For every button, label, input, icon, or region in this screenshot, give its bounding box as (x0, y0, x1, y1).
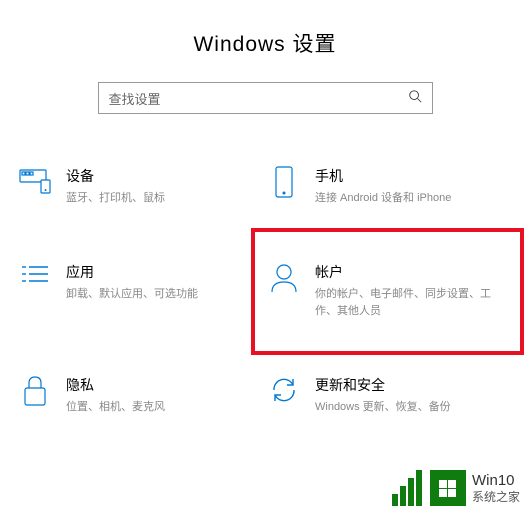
search-container: 查找设置 (0, 82, 530, 114)
accounts-icon (267, 262, 301, 296)
tile-content: 手机 连接 Android 设备和 iPhone (315, 166, 512, 208)
settings-grid: 设备 蓝牙、打印机、鼠标 手机 连接 Android 设备和 iPhone (0, 162, 530, 420)
tile-phone[interactable]: 手机 连接 Android 设备和 iPhone (265, 162, 514, 212)
tile-desc: 卸载、默认应用、可选功能 (66, 286, 263, 304)
tile-content: 更新和安全 Windows 更新、恢复、备份 (315, 375, 512, 417)
update-icon (267, 375, 301, 409)
tile-desc: Windows 更新、恢复、备份 (315, 399, 512, 417)
tile-title: 更新和安全 (315, 375, 512, 395)
privacy-icon (18, 375, 52, 409)
devices-icon (18, 166, 52, 200)
watermark-windows-icon (430, 470, 466, 506)
search-input[interactable]: 查找设置 (98, 82, 433, 114)
phone-icon (267, 166, 301, 200)
tile-desc: 蓝牙、打印机、鼠标 (66, 190, 263, 208)
header: Windows 设置 (0, 0, 530, 82)
page-title: Windows 设置 (0, 28, 530, 58)
tile-devices[interactable]: 设备 蓝牙、打印机、鼠标 (16, 162, 265, 212)
tile-desc: 你的帐户、电子邮件、同步设置、工作、其他人员 (315, 286, 512, 321)
tile-title: 帐户 (315, 262, 512, 282)
watermark-sub: 系统之家 (472, 490, 520, 504)
tile-privacy[interactable]: 隐私 位置、相机、麦克风 (16, 371, 265, 421)
watermark-bars-icon (392, 470, 422, 506)
tile-content: 隐私 位置、相机、麦克风 (66, 375, 263, 417)
tile-apps[interactable]: 应用 卸载、默认应用、可选功能 (16, 258, 265, 325)
tile-desc: 连接 Android 设备和 iPhone (315, 190, 512, 208)
tile-title: 手机 (315, 166, 512, 186)
tile-content: 设备 蓝牙、打印机、鼠标 (66, 166, 263, 208)
tile-title: 应用 (66, 262, 263, 282)
search-icon (408, 89, 422, 108)
tile-title: 设备 (66, 166, 263, 186)
tile-content: 帐户 你的帐户、电子邮件、同步设置、工作、其他人员 (315, 262, 512, 321)
tile-accounts[interactable]: 帐户 你的帐户、电子邮件、同步设置、工作、其他人员 (265, 258, 514, 325)
tile-desc: 位置、相机、麦克风 (66, 399, 263, 417)
watermark: Win10 系统之家 (392, 470, 520, 506)
search-placeholder: 查找设置 (109, 89, 408, 108)
tile-content: 应用 卸载、默认应用、可选功能 (66, 262, 263, 304)
watermark-brand: Win10 (472, 472, 520, 490)
watermark-text: Win10 系统之家 (472, 472, 520, 504)
apps-icon (18, 262, 52, 296)
tile-update[interactable]: 更新和安全 Windows 更新、恢复、备份 (265, 371, 514, 421)
tile-title: 隐私 (66, 375, 263, 395)
